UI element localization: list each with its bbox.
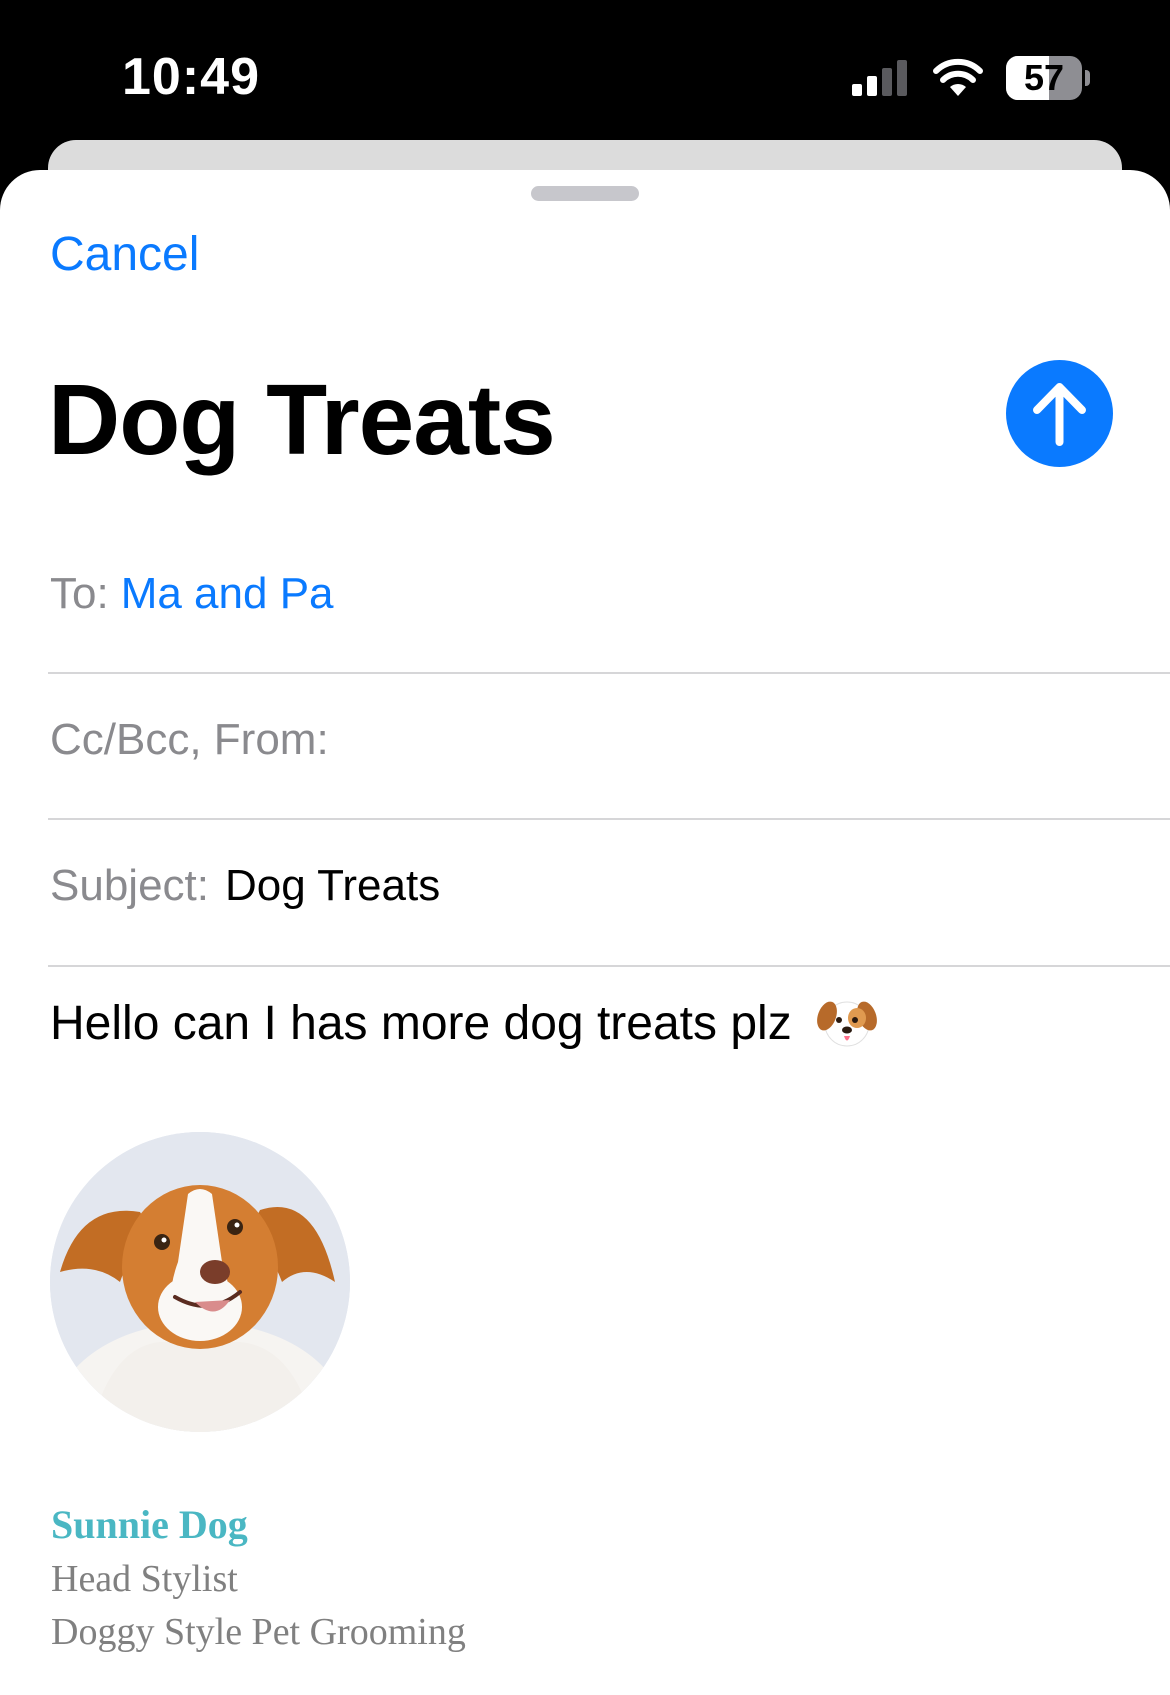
- cancel-button[interactable]: Cancel: [50, 226, 199, 284]
- cc-bcc-from-field[interactable]: Cc/Bcc, From:: [50, 712, 329, 768]
- battery-cap: [1085, 70, 1090, 86]
- signature-name: Sunnie Dog: [51, 1502, 248, 1547]
- to-field[interactable]: To: Ma and Pa: [50, 566, 334, 622]
- battery-icon: 57: [1006, 56, 1090, 100]
- cc-bcc-from-label: Cc/Bcc, From:: [50, 715, 329, 764]
- mail-compose-screen: 10:49 57 Cancel Dog Treats To: Ma and Pa…: [0, 0, 1170, 1695]
- arrow-up-icon: [1033, 383, 1086, 446]
- send-button[interactable]: [1006, 360, 1113, 467]
- signature-photo: [50, 1132, 350, 1432]
- divider: [48, 965, 1170, 967]
- sheet-grabber[interactable]: [531, 186, 639, 201]
- signature-company: Doggy Style Pet Grooming: [51, 1611, 466, 1653]
- compose-sheet: Cancel Dog Treats To: Ma and Pa Cc/Bcc, F…: [0, 170, 1170, 1695]
- divider: [48, 672, 1170, 674]
- wifi-icon: [933, 58, 983, 96]
- dog-photo-illustration: [50, 1132, 350, 1432]
- subject-input[interactable]: Dog Treats: [225, 861, 440, 910]
- message-body-text: Hello can I has more dog treats plz: [50, 997, 792, 1050]
- battery-body: 57: [1006, 56, 1082, 100]
- subject-field[interactable]: Subject: Dog Treats: [50, 858, 440, 914]
- recipient-token[interactable]: Ma and Pa: [121, 569, 334, 618]
- to-label: To:: [50, 569, 109, 618]
- status-icons: 57: [850, 56, 1090, 100]
- status-time: 10:49: [122, 48, 260, 106]
- battery-percentage: 57: [1023, 57, 1065, 98]
- subject-label: Subject:: [50, 861, 209, 910]
- message-body[interactable]: Hello can I has more dog treats plz: [50, 994, 877, 1054]
- dog-face-emoji-icon: [817, 1001, 877, 1047]
- signature-title: Head Stylist: [51, 1558, 238, 1600]
- cellular-signal-icon: [852, 60, 907, 96]
- message-title: Dog Treats: [48, 364, 556, 476]
- status-bar: 10:49 57: [0, 0, 1170, 140]
- divider: [48, 818, 1170, 820]
